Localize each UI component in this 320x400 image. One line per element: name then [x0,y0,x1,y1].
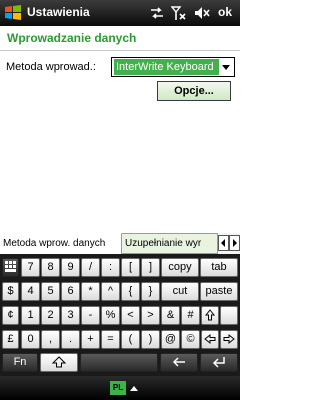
key[interactable]: ¢ [2,306,19,325]
key[interactable]: $ [2,282,19,301]
key[interactable]: < [121,306,140,325]
tab-strip: Metoda wprow. danych Uzupełnianie wyr [0,233,240,254]
keyboard-layout-icon[interactable] [2,258,19,277]
key[interactable]: £ [2,330,19,349]
no-signal-icon[interactable] [171,5,187,21]
key[interactable]: © [181,330,200,349]
windows-start-icon[interactable] [3,3,23,23]
key[interactable]: 0 [21,330,40,349]
enter-key[interactable] [200,353,238,372]
key[interactable]: # [181,306,200,325]
arrow-left-key[interactable] [201,330,219,349]
sip-bar: PL [0,376,240,400]
key[interactable]: } [141,282,160,301]
key[interactable]: + [81,330,100,349]
key[interactable]: { [121,282,140,301]
tab-key[interactable]: tab [200,258,238,277]
key[interactable]: * [81,282,100,301]
cut-key[interactable]: cut [161,282,199,301]
tab-scroll-right-icon[interactable] [229,235,240,251]
paste-key[interactable]: paste [200,282,238,301]
backspace-key[interactable] [160,353,198,372]
key[interactable]: , [41,330,60,349]
key[interactable]: 9 [61,258,80,277]
volume-muted-icon[interactable] [194,5,210,21]
key[interactable]: & [161,306,180,325]
app-title: Ustawienia [27,5,90,19]
key[interactable] [220,306,238,325]
sip-menu-caret-icon[interactable] [130,385,138,391]
key[interactable]: 2 [41,306,60,325]
space-key[interactable] [80,353,158,372]
key[interactable]: ( [121,330,140,349]
key[interactable]: 6 [61,282,80,301]
key[interactable]: 5 [41,282,60,301]
tab-word-completion[interactable]: Uzupełnianie wyr [122,233,218,254]
key[interactable]: / [81,258,100,277]
key[interactable]: ^ [101,282,120,301]
heading-divider [0,50,240,51]
title-bar: Ustawienia ok [0,0,240,26]
arrow-up-key[interactable] [201,306,219,325]
page-title: Wprowadzanie danych [7,31,137,45]
key[interactable]: 3 [61,306,80,325]
key[interactable]: 7 [21,258,40,277]
tab-input-method[interactable]: Metoda wprow. danych [0,233,122,254]
tab-scroll-left-icon[interactable] [218,235,229,251]
shift-key[interactable] [40,353,78,372]
key[interactable]: 1 [21,306,40,325]
key[interactable]: ) [141,330,160,349]
copy-key[interactable]: copy [161,258,199,277]
key[interactable]: ] [141,258,160,277]
key[interactable]: @ [161,330,180,349]
key[interactable]: 4 [21,282,40,301]
on-screen-keyboard: 7 8 9 / : [ ] copy tab $ 4 5 6 * ^ { } c… [0,254,240,376]
key[interactable]: . [61,330,80,349]
arrow-right-key[interactable] [220,330,238,349]
input-language-indicator[interactable]: PL [110,381,126,395]
key[interactable]: : [101,258,120,277]
connectivity-icon[interactable] [149,5,165,21]
key[interactable]: = [101,330,120,349]
ok-button[interactable]: ok [218,5,232,19]
key[interactable]: - [81,306,100,325]
key[interactable]: > [141,306,160,325]
key[interactable]: % [101,306,120,325]
input-method-select[interactable]: InterWrite Keyboard [111,57,235,77]
key[interactable]: [ [121,258,140,277]
input-method-label: Metoda wprowad.: [6,61,96,73]
options-button[interactable]: Opcje... [157,81,231,101]
fn-key[interactable]: Fn [2,353,38,372]
dropdown-arrow-icon[interactable] [219,59,233,75]
input-method-value: InterWrite Keyboard [114,59,220,75]
key[interactable]: 8 [41,258,60,277]
